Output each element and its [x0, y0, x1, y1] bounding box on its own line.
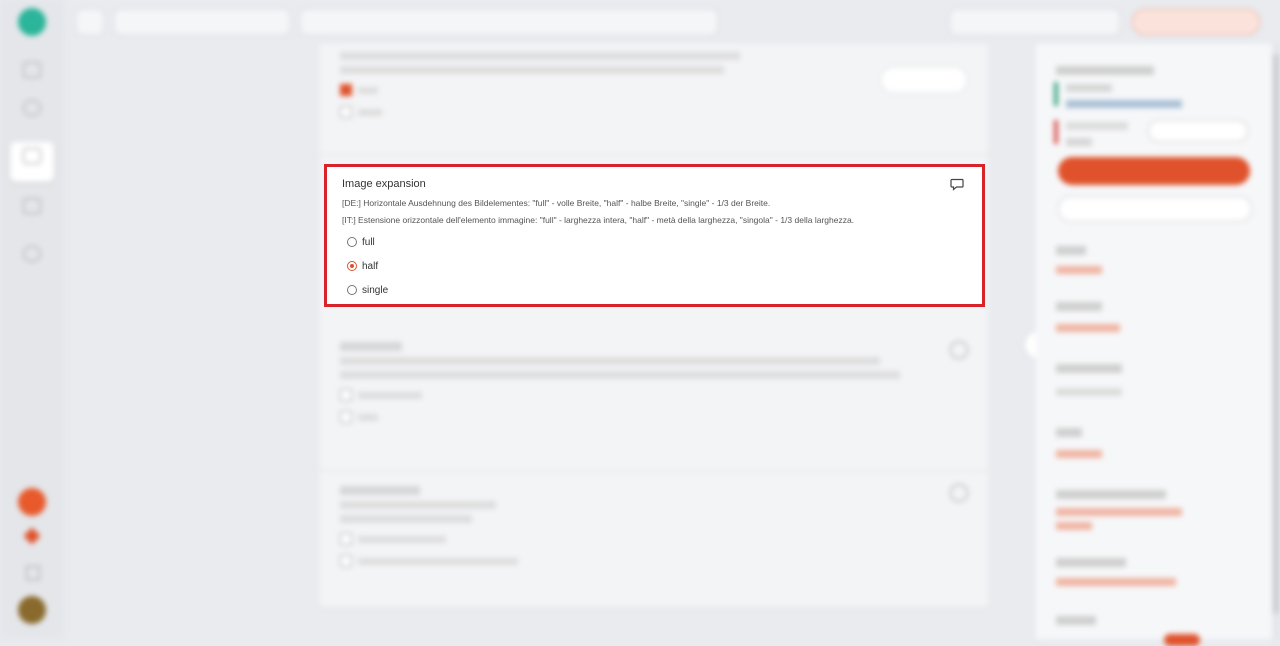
radio-button[interactable]	[347, 285, 357, 295]
nav-icon	[23, 198, 41, 214]
comment-icon[interactable]	[950, 177, 964, 191]
avatar[interactable]	[18, 596, 46, 624]
radio-label: full	[362, 236, 375, 248]
radio-label: single	[362, 284, 389, 296]
edit-button[interactable]	[880, 66, 968, 94]
primary-action-button[interactable]	[1058, 157, 1250, 185]
field-description-de: [DE:] Horizontale Ausdehnung des Bildele…	[342, 198, 771, 208]
top-bar	[64, 0, 1280, 44]
blurred-background	[0, 0, 1280, 646]
checkbox[interactable]	[340, 106, 352, 118]
nav-icon	[23, 100, 41, 116]
add-icon[interactable]	[950, 484, 968, 502]
checkbox[interactable]	[340, 84, 352, 96]
image-expansion-panel: Image expansion [DE:] Horizontale Ausdeh…	[324, 164, 985, 307]
radio-option-full[interactable]: full	[347, 234, 375, 250]
field-description-it: [IT:] Estensione orizzontale dell'elemen…	[342, 215, 855, 225]
checkbox[interactable]	[340, 411, 352, 423]
rail-item[interactable]	[10, 56, 54, 96]
locale-select[interactable]	[950, 9, 1120, 35]
rail-item-active[interactable]	[10, 142, 54, 182]
secondary-action-button[interactable]	[1058, 196, 1252, 222]
notification-icon[interactable]	[18, 488, 46, 516]
scrollbar-thumb[interactable]	[1273, 54, 1279, 614]
scrollbar[interactable]	[1272, 44, 1280, 639]
radio-option-half[interactable]: half	[347, 258, 378, 274]
settings-icon[interactable]	[26, 566, 40, 580]
radio-option-single[interactable]: single	[347, 282, 388, 298]
right-panel	[1036, 44, 1272, 646]
rail-item[interactable]	[10, 240, 54, 280]
app-logo	[18, 8, 46, 36]
nav-icon	[23, 62, 41, 78]
radio-button[interactable]	[347, 237, 357, 247]
secondary-button[interactable]	[1148, 120, 1248, 142]
field-title: Image expansion	[342, 178, 426, 190]
side-rail	[0, 0, 64, 639]
checkbox[interactable]	[340, 389, 352, 401]
radio-label: half	[362, 260, 379, 272]
checkbox[interactable]	[340, 533, 352, 545]
checkbox[interactable]	[340, 555, 352, 567]
radio-button-selected[interactable]	[347, 261, 357, 271]
back-button[interactable]	[76, 9, 104, 35]
nav-icon	[23, 246, 41, 262]
add-icon[interactable]	[950, 341, 968, 359]
rail-item[interactable]	[10, 94, 54, 134]
pin-icon[interactable]	[23, 527, 41, 545]
publish-button[interactable]	[1132, 9, 1260, 35]
nav-icon	[23, 148, 41, 164]
breadcrumb[interactable]	[300, 9, 718, 35]
rail-item[interactable]	[10, 192, 54, 232]
breadcrumb-root[interactable]	[114, 9, 290, 35]
main-content	[320, 44, 988, 606]
